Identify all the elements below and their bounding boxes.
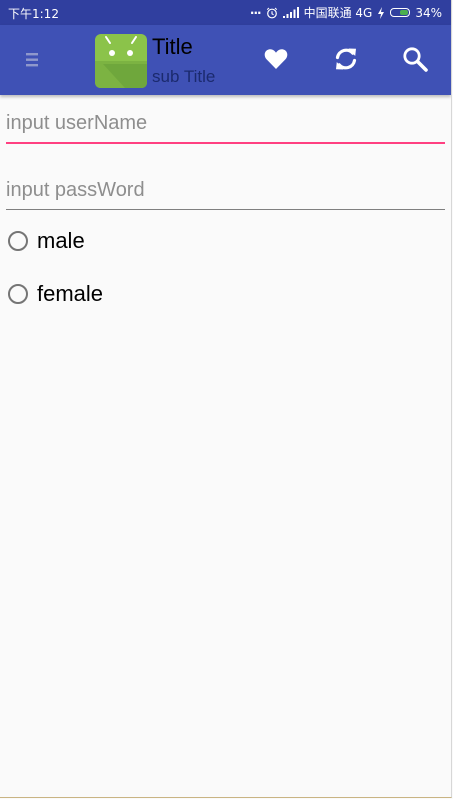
battery-level — [400, 10, 409, 15]
signal-icon — [282, 7, 299, 18]
gender-option-male[interactable]: male — [8, 226, 85, 256]
menu-icon[interactable] — [23, 50, 41, 70]
more-notifications-icon: ... — [249, 2, 262, 17]
radio-button-icon[interactable] — [8, 231, 28, 251]
app-screen: 下午1:12 ... 中国联通 4G 34% Title sub Title i… — [0, 0, 452, 798]
search-icon — [403, 47, 428, 72]
battery-percent: 34% — [415, 5, 442, 20]
status-indicators: ... 中国联通 4G 34% — [249, 2, 442, 21]
password-input[interactable] — [6, 171, 445, 210]
refresh-button[interactable] — [328, 41, 364, 77]
favorite-button[interactable] — [258, 41, 294, 77]
toolbar-title: Title — [152, 34, 193, 59]
search-button[interactable] — [397, 41, 433, 77]
toolbar-subtitle: sub Title — [152, 67, 216, 86]
radio-label: female — [37, 281, 104, 306]
android-logo — [95, 34, 147, 88]
alarm-icon — [266, 7, 277, 18]
charging-icon — [378, 6, 385, 19]
radio-label: male — [37, 228, 85, 253]
refresh-icon — [335, 48, 357, 70]
username-input[interactable] — [6, 104, 445, 144]
status-time: 下午1:12 — [8, 7, 59, 21]
carrier-label: 中国联通 4G — [303, 6, 373, 20]
toolbar: Title sub Title — [0, 25, 451, 95]
gender-option-female[interactable]: female — [8, 279, 103, 309]
radio-button-icon[interactable] — [8, 284, 28, 304]
heart-icon — [264, 49, 288, 69]
status-bar: 下午1:12 ... 中国联通 4G 34% — [0, 0, 451, 25]
battery-icon — [390, 8, 411, 17]
